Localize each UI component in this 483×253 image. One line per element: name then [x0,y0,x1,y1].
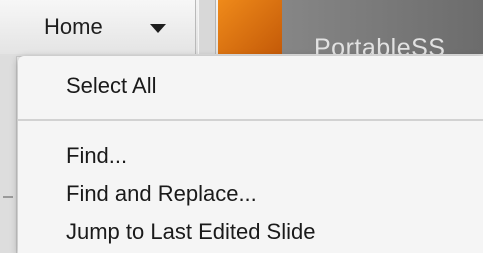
chevron-down-icon [150,24,166,33]
menu-item-find[interactable]: Find... [66,142,127,170]
sidebar-marker [3,196,13,198]
menu-separator [18,119,483,121]
toolbar-divider [198,0,216,54]
home-dropdown-menu: Select All Find... Find and Replace... J… [18,56,483,253]
menu-item-select-all[interactable]: Select All [66,72,157,100]
menu-item-find-and-replace[interactable]: Find and Replace... [66,180,257,208]
toolbar: Home PortableSS [0,0,483,62]
home-menu-label: Home [44,14,103,39]
menu-item-jump-to-last-edited-slide[interactable]: Jump to Last Edited Slide [66,218,315,246]
slide-preview-accent [218,0,282,54]
home-menu-button[interactable]: Home [0,0,196,54]
left-sidebar-strip [0,56,17,253]
